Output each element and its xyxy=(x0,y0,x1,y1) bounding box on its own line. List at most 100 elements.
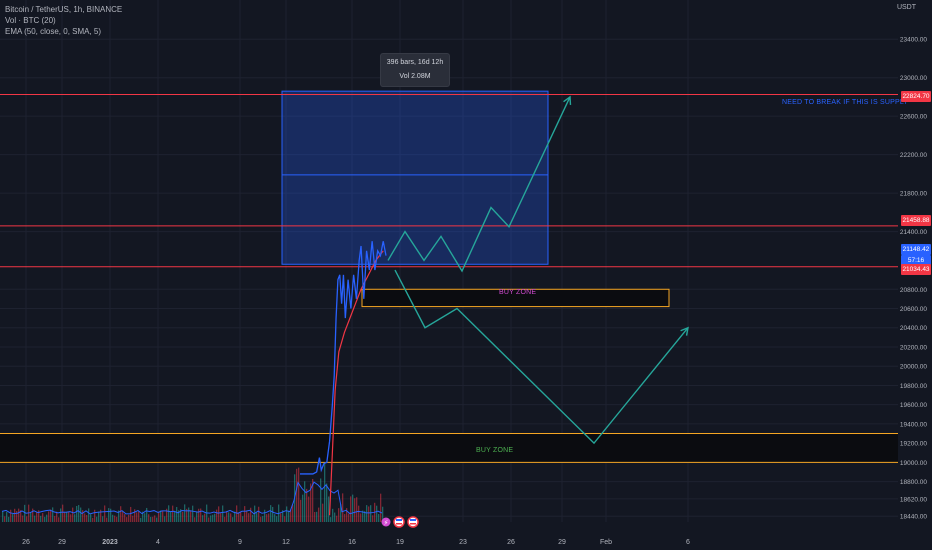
chart-legend: Bitcoin / TetherUS, 1h, BINANCE Vol · BT… xyxy=(5,4,122,37)
volume-bar xyxy=(98,511,100,522)
volume-bar xyxy=(74,514,76,522)
volume-bar xyxy=(54,516,56,522)
x-tick-label: 23 xyxy=(459,539,467,546)
volume-bar xyxy=(324,462,326,522)
time-axis[interactable]: 26 29 2023 4 9 12 16 19 23 26 29 Feb 6 xyxy=(22,539,690,546)
volume-bar xyxy=(78,505,80,522)
volume-bar xyxy=(80,507,82,522)
y-tick-label: 18620.00 xyxy=(900,496,927,503)
legend-volume[interactable]: Vol · BTC (20) xyxy=(5,15,122,26)
volume-bar xyxy=(276,516,278,522)
volume-bar xyxy=(212,514,214,522)
volume-bar xyxy=(76,505,78,522)
volume-bar xyxy=(82,510,84,522)
volume-bar xyxy=(244,506,246,522)
volume-bar xyxy=(240,512,242,522)
volume-bar xyxy=(58,517,60,522)
volume-bar xyxy=(188,507,190,522)
x-tick-label: 2023 xyxy=(102,539,118,546)
volume-bar xyxy=(70,514,72,522)
volume-bar xyxy=(4,516,6,522)
price-label-resistance-mid: 21458.88 xyxy=(901,215,931,226)
volume-bar xyxy=(236,505,238,522)
price-label-resistance-high: 22824.70 xyxy=(901,91,931,102)
price-axis-background xyxy=(898,0,932,550)
volume-bar xyxy=(226,511,228,522)
volume-bar xyxy=(326,483,328,522)
volume-bar xyxy=(366,505,368,522)
volume-bars xyxy=(1,462,384,522)
price-axis[interactable]: 23400.00 23000.00 22600.00 22200.00 21800.00… xyxy=(898,0,932,550)
volume-bar xyxy=(96,516,98,522)
volume-bar xyxy=(268,513,270,522)
volume-bar xyxy=(108,508,110,522)
legend-symbol[interactable]: Bitcoin / TetherUS, 1h, BINANCE xyxy=(5,4,122,15)
volume-bar xyxy=(246,510,248,522)
us-flag-event-icon[interactable] xyxy=(393,516,405,528)
volume-bar xyxy=(208,517,210,522)
range-measure-box[interactable] xyxy=(281,90,549,265)
volume-bar xyxy=(66,511,68,522)
volume-bar xyxy=(106,517,108,522)
volume-bar xyxy=(348,513,350,522)
x-tick-label: Feb xyxy=(600,539,612,546)
volume-bar xyxy=(190,510,192,522)
volume-bar xyxy=(184,504,186,522)
volume-bar xyxy=(42,513,44,522)
event-markers[interactable]: ⚡ xyxy=(381,516,419,528)
volume-bar xyxy=(26,516,28,522)
lower-buy-zone[interactable] xyxy=(0,433,898,463)
volume-bar xyxy=(152,516,154,522)
price-chart[interactable]: 23400.00 23000.00 22600.00 22200.00 21800.00… xyxy=(0,0,932,550)
volume-bar xyxy=(202,515,204,522)
volume-bar xyxy=(258,506,260,522)
volume-bar xyxy=(2,511,4,522)
volume-bar xyxy=(56,511,58,522)
volume-bar xyxy=(170,511,172,522)
volume-bar xyxy=(84,513,86,522)
volume-bar xyxy=(130,506,132,522)
volume-bar xyxy=(22,515,24,522)
volume-bar xyxy=(16,511,18,522)
volume-bar xyxy=(50,509,52,522)
volume-bar xyxy=(344,514,346,522)
volume-bar xyxy=(334,512,336,522)
tooltip-volume: Vol 2.08M xyxy=(399,73,431,80)
us-flag-event-icon[interactable] xyxy=(407,516,419,528)
volume-bar xyxy=(368,506,370,522)
x-tick-label: 29 xyxy=(58,539,66,546)
volume-bar xyxy=(204,513,206,522)
volume-bar xyxy=(350,496,352,522)
volume-bar xyxy=(120,506,122,522)
volume-bar xyxy=(154,515,156,522)
volume-bar xyxy=(182,511,184,522)
volume-bar xyxy=(242,516,244,522)
volume-bar xyxy=(222,505,224,522)
volume-bar xyxy=(102,516,104,522)
volume-bar xyxy=(284,516,286,522)
volume-bar xyxy=(90,514,92,522)
volume-bar xyxy=(162,510,164,522)
volume-bar xyxy=(238,512,240,522)
y-tick-label: 20000.00 xyxy=(900,364,927,371)
volume-bar xyxy=(36,511,38,522)
supply-annotation: NEED TO BREAK IF THIS IS SUPPLY xyxy=(782,99,909,106)
volume-bar xyxy=(110,508,112,522)
volume-bar xyxy=(140,517,142,522)
volume-bar xyxy=(94,509,96,522)
volume-bar xyxy=(298,467,300,522)
upper-buy-zone-label: BUY ZONE xyxy=(499,289,537,296)
volume-bar xyxy=(218,506,220,522)
volume-bar xyxy=(288,510,290,522)
volume-bar xyxy=(196,511,198,522)
volume-bar xyxy=(292,504,294,522)
y-tick-label: 20600.00 xyxy=(900,306,927,313)
volume-bar xyxy=(116,516,118,522)
volume-bar xyxy=(272,506,274,522)
volume-bar xyxy=(302,494,304,522)
legend-ema[interactable]: EMA (50, close, 0, SMA, 5) xyxy=(5,26,122,37)
volume-bar xyxy=(234,511,236,522)
y-tick-label: 18800.00 xyxy=(900,479,927,486)
axis-unit: USDT xyxy=(896,4,916,11)
volume-bar xyxy=(336,515,338,522)
